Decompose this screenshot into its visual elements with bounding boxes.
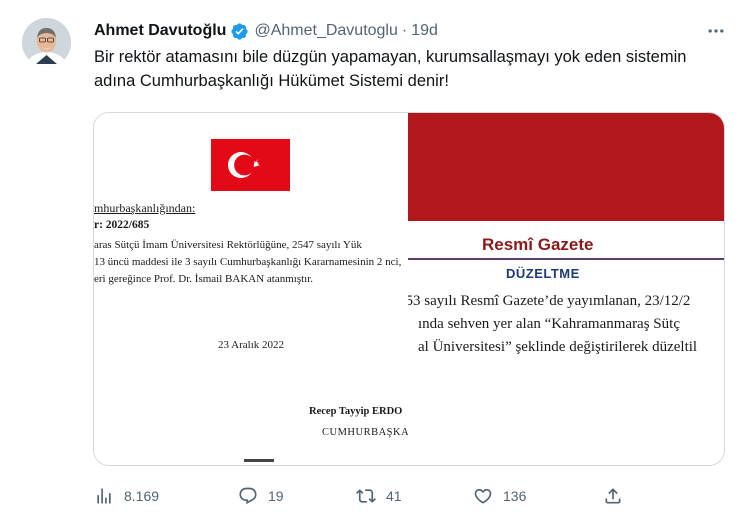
- media-image-decree[interactable]: mhurbaşkanlığından: r: 2022/685 aras Süt…: [94, 113, 408, 465]
- decree-line: aras Sütçü İmam Üniversitesi Rektörlüğün…: [94, 239, 362, 251]
- reply-count: 19: [268, 488, 284, 504]
- retweet-count: 41: [386, 488, 402, 504]
- decree-line: 13 üncü maddesi ile 3 sayılı Cumhurbaşka…: [94, 256, 402, 268]
- more-options-button[interactable]: [701, 20, 731, 42]
- reply-button[interactable]: 19: [238, 484, 284, 508]
- gazette-line: 053 sayılı Resmî Gazete’de yayımlanan, 2…: [408, 293, 691, 309]
- decree-line: eri gereğince Prof. Dr. İsmail BAKAN ata…: [94, 273, 314, 285]
- like-button[interactable]: 136: [473, 484, 526, 508]
- tweet-text: Bir rektör atamasını bile düzgün yapamay…: [94, 48, 687, 90]
- media-image-gazette[interactable]: Resmî Gazete DÜZELTME 053 sayılı Resmî G…: [408, 113, 724, 465]
- like-count: 136: [503, 488, 527, 504]
- stamp-mark: [244, 459, 274, 462]
- avatar-photo: [22, 18, 71, 67]
- views-button[interactable]: 8.169: [94, 484, 159, 508]
- tweet-media[interactable]: mhurbaşkanlığından: r: 2022/685 aras Süt…: [93, 112, 725, 466]
- tweet-timestamp[interactable]: 19d: [411, 22, 438, 40]
- share-icon: [605, 488, 621, 504]
- turkish-flag-icon: [211, 139, 290, 191]
- decree-signature: Recep Tayyip ERDO: [309, 406, 403, 417]
- decree-number: r: 2022/685: [94, 219, 150, 231]
- verified-badge-icon: [231, 22, 249, 40]
- tweet-header: Ahmet Davutoğlu @Ahmet_Davutoglu · 19d: [94, 20, 438, 42]
- analytics-icon: [97, 488, 111, 504]
- author-avatar[interactable]: [22, 18, 71, 67]
- gazette-line: ında sehven yer alan “Kahramanmaraş Sütç: [418, 316, 680, 332]
- gazette-line: al Üniversitesi” şeklinde değiştirilerek…: [418, 339, 698, 355]
- author-name[interactable]: Ahmet Davutoğlu: [94, 22, 226, 40]
- tweet-actions: 8.169 19 41 136: [94, 484, 634, 508]
- more-horizontal-icon: [708, 29, 724, 33]
- reply-icon: [239, 487, 257, 505]
- heart-icon: [474, 488, 492, 504]
- views-count: 8.169: [124, 488, 160, 504]
- gazette-heading: DÜZELTME: [506, 266, 580, 281]
- retweet-icon: [356, 489, 376, 503]
- decree-date: 23 Aralık 2022: [218, 339, 284, 351]
- author-handle[interactable]: @Ahmet_Davutoglu: [254, 22, 397, 40]
- retweet-button[interactable]: 41: [356, 484, 402, 508]
- share-button[interactable]: [603, 484, 623, 508]
- gazette-red-banner: [408, 113, 724, 221]
- meta-separator: ·: [401, 22, 408, 39]
- gazette-divider: [408, 258, 724, 260]
- decree-line: mhurbaşkanlığından:: [94, 201, 196, 215]
- decree-signature-title: CUMHURBAŞKA: [322, 427, 408, 438]
- gazette-title: Resmî Gazete: [482, 235, 594, 254]
